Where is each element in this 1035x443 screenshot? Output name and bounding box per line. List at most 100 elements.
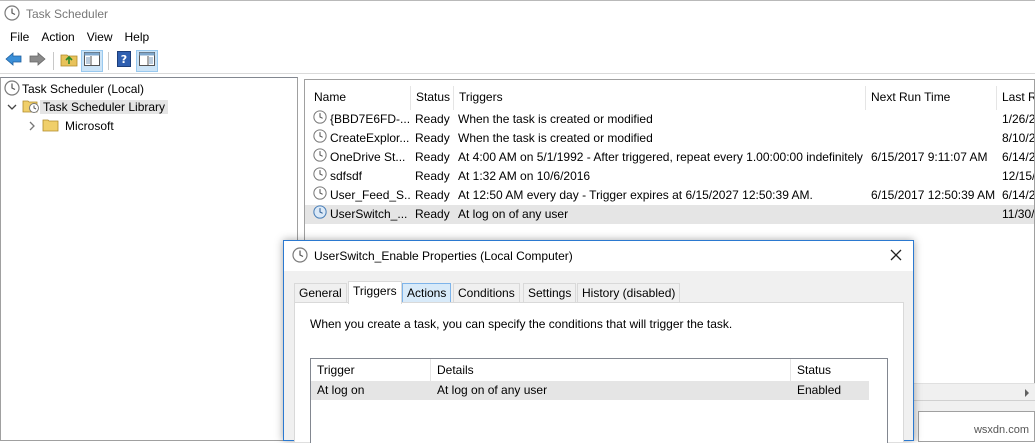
tab-conditions[interactable]: Conditions [453, 283, 520, 303]
column-header-trigger[interactable]: Trigger [311, 359, 431, 381]
task-status: Ready [415, 169, 450, 183]
tab-general[interactable]: General [294, 283, 347, 303]
svg-text:?: ? [121, 53, 127, 66]
triggers-grid[interactable]: Trigger Details Status At log on At log … [310, 358, 888, 443]
task-last-run: 6/14/2 [1002, 150, 1035, 164]
column-header-name[interactable]: Name [309, 86, 411, 110]
task-triggers: At 1:32 AM on 10/6/2016 [458, 169, 591, 183]
table-row-selected[interactable]: UserSwitch_... Ready At log on of any us… [305, 205, 1034, 224]
tab-history[interactable]: History (disabled) [577, 283, 681, 303]
menu-file[interactable]: File [4, 30, 35, 44]
show-hide-console-tree-button[interactable] [81, 49, 103, 72]
folder-clock-icon [22, 98, 40, 117]
window-title: Task Scheduler [26, 7, 109, 21]
tree-item-root[interactable]: Task Scheduler (Local) [4, 79, 146, 99]
task-last-run: 6/14/2 [1002, 188, 1035, 202]
table-row[interactable]: OneDrive St... Ready At 4:00 AM on 5/1/1… [305, 148, 1035, 167]
task-last-run: 8/10/2 [1002, 131, 1035, 145]
tree-item-microsoft[interactable]: Microsoft [26, 117, 116, 135]
menu-help[interactable]: Help [119, 30, 156, 44]
dialog-title-bar: UserSwitch_Enable Properties (Local Comp… [284, 241, 913, 271]
watermark: wsxdn.com [973, 424, 1029, 436]
task-next-run: 6/15/2017 12:50:39 AM [871, 188, 996, 202]
back-arrow-icon [5, 51, 23, 70]
table-row[interactable]: CreateExplor... Ready When the task is c… [305, 129, 1035, 148]
task-clock-icon [313, 110, 327, 129]
tree-item-label: Microsoft [65, 119, 114, 133]
folder-icon [42, 117, 60, 136]
clock-icon [292, 246, 308, 266]
task-status: Ready [415, 188, 450, 202]
task-status: Ready [415, 150, 450, 164]
close-button[interactable] [885, 245, 907, 267]
task-name: sdfsdf [330, 169, 363, 183]
trigger-type: At log on [317, 383, 365, 397]
table-row[interactable]: User_Feed_S... Ready At 12:50 AM every d… [305, 186, 1035, 205]
chevron-right-icon[interactable] [26, 120, 38, 132]
task-triggers: At 4:00 AM on 5/1/1992 - After triggered… [458, 150, 863, 164]
back-button[interactable] [3, 50, 25, 72]
clock-icon [4, 79, 20, 99]
task-next-run: 6/15/2017 9:11:07 AM [871, 150, 988, 164]
column-header-triggers[interactable]: Triggers [454, 86, 866, 110]
task-triggers: At log on of any user [458, 207, 569, 221]
chevron-down-icon[interactable] [6, 101, 18, 113]
column-header-status[interactable]: Status [411, 86, 454, 110]
task-name: User_Feed_S... [330, 188, 410, 202]
tree-item-library[interactable]: Task Scheduler Library [6, 98, 169, 117]
task-triggers: At 12:50 AM every day - Trigger expires … [458, 188, 813, 202]
task-clock-icon [313, 148, 327, 167]
task-list-header: Name Status Triggers Next Run Time Last … [305, 80, 1034, 110]
column-header-last-run-time[interactable]: Last R [997, 86, 1034, 110]
help-button[interactable]: ? [113, 50, 135, 72]
tab-settings[interactable]: Settings [523, 283, 577, 303]
triggers-tab-page: When you create a task, you can specify … [294, 302, 904, 443]
column-header-status[interactable]: Status [791, 359, 869, 381]
console-tree[interactable]: Task Scheduler (Local) Task Scheduler Li… [0, 77, 298, 441]
trigger-status: Enabled [797, 383, 842, 397]
menu-action[interactable]: Action [35, 30, 80, 44]
menu-bar: File Action View Help [0, 27, 1035, 47]
show-hide-console-tree-icon [84, 52, 100, 69]
task-triggers: When the task is created or modified [458, 131, 653, 145]
table-row[interactable]: sdfsdf Ready At 1:32 AM on 10/6/2016 12/… [305, 167, 1035, 186]
task-name: {BBD7E6FD-... [330, 112, 410, 126]
toolbar-separator [53, 51, 54, 70]
task-clock-icon [313, 186, 327, 205]
task-status: Ready [415, 131, 450, 145]
task-last-run: 12/15/ [1002, 169, 1035, 183]
task-clock-icon [313, 205, 327, 224]
show-hide-action-pane-button[interactable] [136, 49, 158, 72]
task-name: CreateExplor... [330, 131, 410, 145]
title-bar: Task Scheduler [0, 0, 1035, 27]
task-last-run: 1/26/2 [1002, 112, 1035, 126]
task-name: UserSwitch_... [330, 207, 408, 221]
menu-view[interactable]: View [81, 30, 119, 44]
properties-dialog: UserSwitch_Enable Properties (Local Comp… [283, 240, 914, 443]
table-row[interactable]: {BBD7E6FD-... Ready When the task is cre… [305, 110, 1035, 129]
forward-button[interactable] [26, 50, 48, 72]
column-header-details[interactable]: Details [431, 359, 791, 381]
task-clock-icon [313, 167, 327, 186]
toolbar: ? [0, 48, 1035, 74]
tree-item-label: Task Scheduler Library [40, 100, 169, 114]
table-row-selected[interactable]: At log on At log on of any user Enabled [311, 381, 869, 400]
toolbar-separator [108, 51, 109, 70]
task-status: Ready [415, 207, 450, 221]
up-button[interactable] [58, 50, 80, 72]
task-triggers: When the task is created or modified [458, 112, 653, 126]
tab-actions[interactable]: Actions [402, 283, 452, 303]
help-icon: ? [117, 51, 131, 70]
trigger-details: At log on of any user [437, 383, 548, 397]
dialog-tabs: General Triggers Actions Conditions Sett… [294, 281, 904, 304]
column-header-next-run-time[interactable]: Next Run Time [866, 86, 997, 110]
forward-arrow-icon [28, 51, 46, 70]
clock-icon [4, 4, 20, 24]
task-status: Ready [415, 112, 450, 126]
tree-item-label: Task Scheduler (Local) [22, 82, 145, 96]
up-folder-icon [60, 51, 78, 70]
scroll-right-arrow-icon[interactable] [1018, 384, 1035, 401]
show-hide-action-pane-icon [139, 52, 155, 69]
task-clock-icon [313, 129, 327, 148]
tab-triggers[interactable]: Triggers [348, 281, 402, 304]
